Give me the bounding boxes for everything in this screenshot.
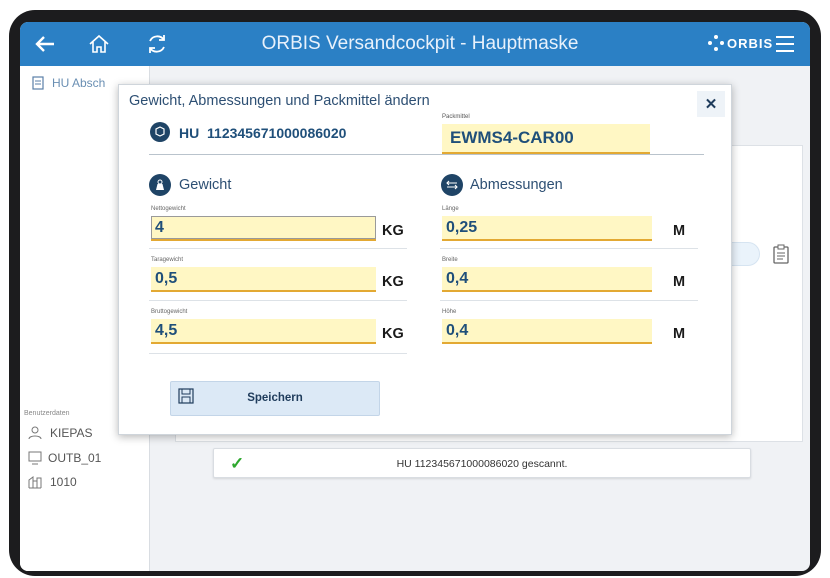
height-unit: M [673,326,686,342]
weight-icon [149,174,171,196]
top-bar: ORBIS Versandcockpit - Hauptmaske ORBIS [20,22,810,66]
refresh-icon[interactable] [144,31,170,57]
width-input[interactable] [442,267,652,292]
tare-weight-label: Taragewicht [151,257,184,263]
warehouse-icon [28,476,42,489]
length-label: Länge [442,206,459,212]
status-message: HU 112345671000086020 gescannt. [396,458,568,470]
width-label: Breite [442,257,458,263]
document-icon [32,76,44,90]
weight-section-title: Gewicht [179,177,232,193]
hu-label: HU [179,125,200,141]
terminal-info: OUTB_01 [28,451,101,465]
row-divider [149,248,407,249]
logo-text: ORBIS [727,35,774,51]
home-icon[interactable] [86,31,112,57]
gross-weight-label: Bruttogewicht [151,309,188,315]
warehouse-number: 1010 [50,475,77,489]
monitor-icon [28,451,42,465]
dimensions-section-title: Abmessungen [470,177,563,193]
net-weight-unit: KG [382,223,404,239]
tare-weight-unit: KG [382,274,404,290]
user-section-label: Benutzerdaten [24,410,70,417]
gross-weight-input[interactable] [151,319,376,344]
height-label: Höhe [442,309,457,315]
dimensions-icon [441,174,463,196]
width-unit: M [673,274,686,290]
user-icon [28,426,42,440]
save-button-label: Speichern [247,392,303,404]
status-bar: ✓ HU 112345671000086020 gescannt. [213,448,751,478]
save-button[interactable]: Speichern [170,381,380,416]
hamburger-menu-icon[interactable] [772,31,798,57]
net-weight-input[interactable] [151,216,376,241]
row-divider [440,300,698,301]
sidebar-item-label: HU Absch [52,76,106,90]
length-input[interactable] [442,216,652,241]
package-icon [150,122,170,142]
user-info: KIEPAS [28,426,92,440]
page-title: ORBIS Versandcockpit - Hauptmaske [261,33,579,54]
close-button[interactable]: ✕ [697,91,725,117]
tablet-device: ORBIS Versandcockpit - Hauptmaske ORBIS … [0,0,830,578]
hu-value: 112345671000086020 [207,125,347,141]
user-name: KIEPAS [50,426,93,440]
length-unit: M [673,223,686,239]
gross-weight-unit: KG [382,326,404,342]
back-arrow-icon[interactable] [32,31,58,57]
net-weight-label: Nettogewicht [151,206,186,212]
warehouse-info: 1010 [28,475,77,489]
sidebar-item-hu-abschluss[interactable]: HU Absch [32,76,105,90]
orbis-logo: ORBIS [708,35,773,51]
logo-dots-icon [708,35,724,51]
dialog-title: Gewicht, Abmessungen und Packmittel ände… [129,93,430,109]
clipboard-icon[interactable] [772,244,790,264]
app-screen: ORBIS Versandcockpit - Hauptmaske ORBIS … [20,22,810,571]
terminal-name: OUTB_01 [48,451,102,465]
packmittel-input[interactable] [442,124,650,154]
hu-number: HU 112345671000086020 [179,125,346,141]
row-divider [440,248,698,249]
height-input[interactable] [442,319,652,344]
row-divider [149,300,407,301]
row-divider [149,353,407,354]
tare-weight-input[interactable] [151,267,376,292]
divider [149,154,704,155]
edit-dialog: Gewicht, Abmessungen und Packmittel ände… [118,84,732,435]
packmittel-label: Packmittel [442,114,470,120]
